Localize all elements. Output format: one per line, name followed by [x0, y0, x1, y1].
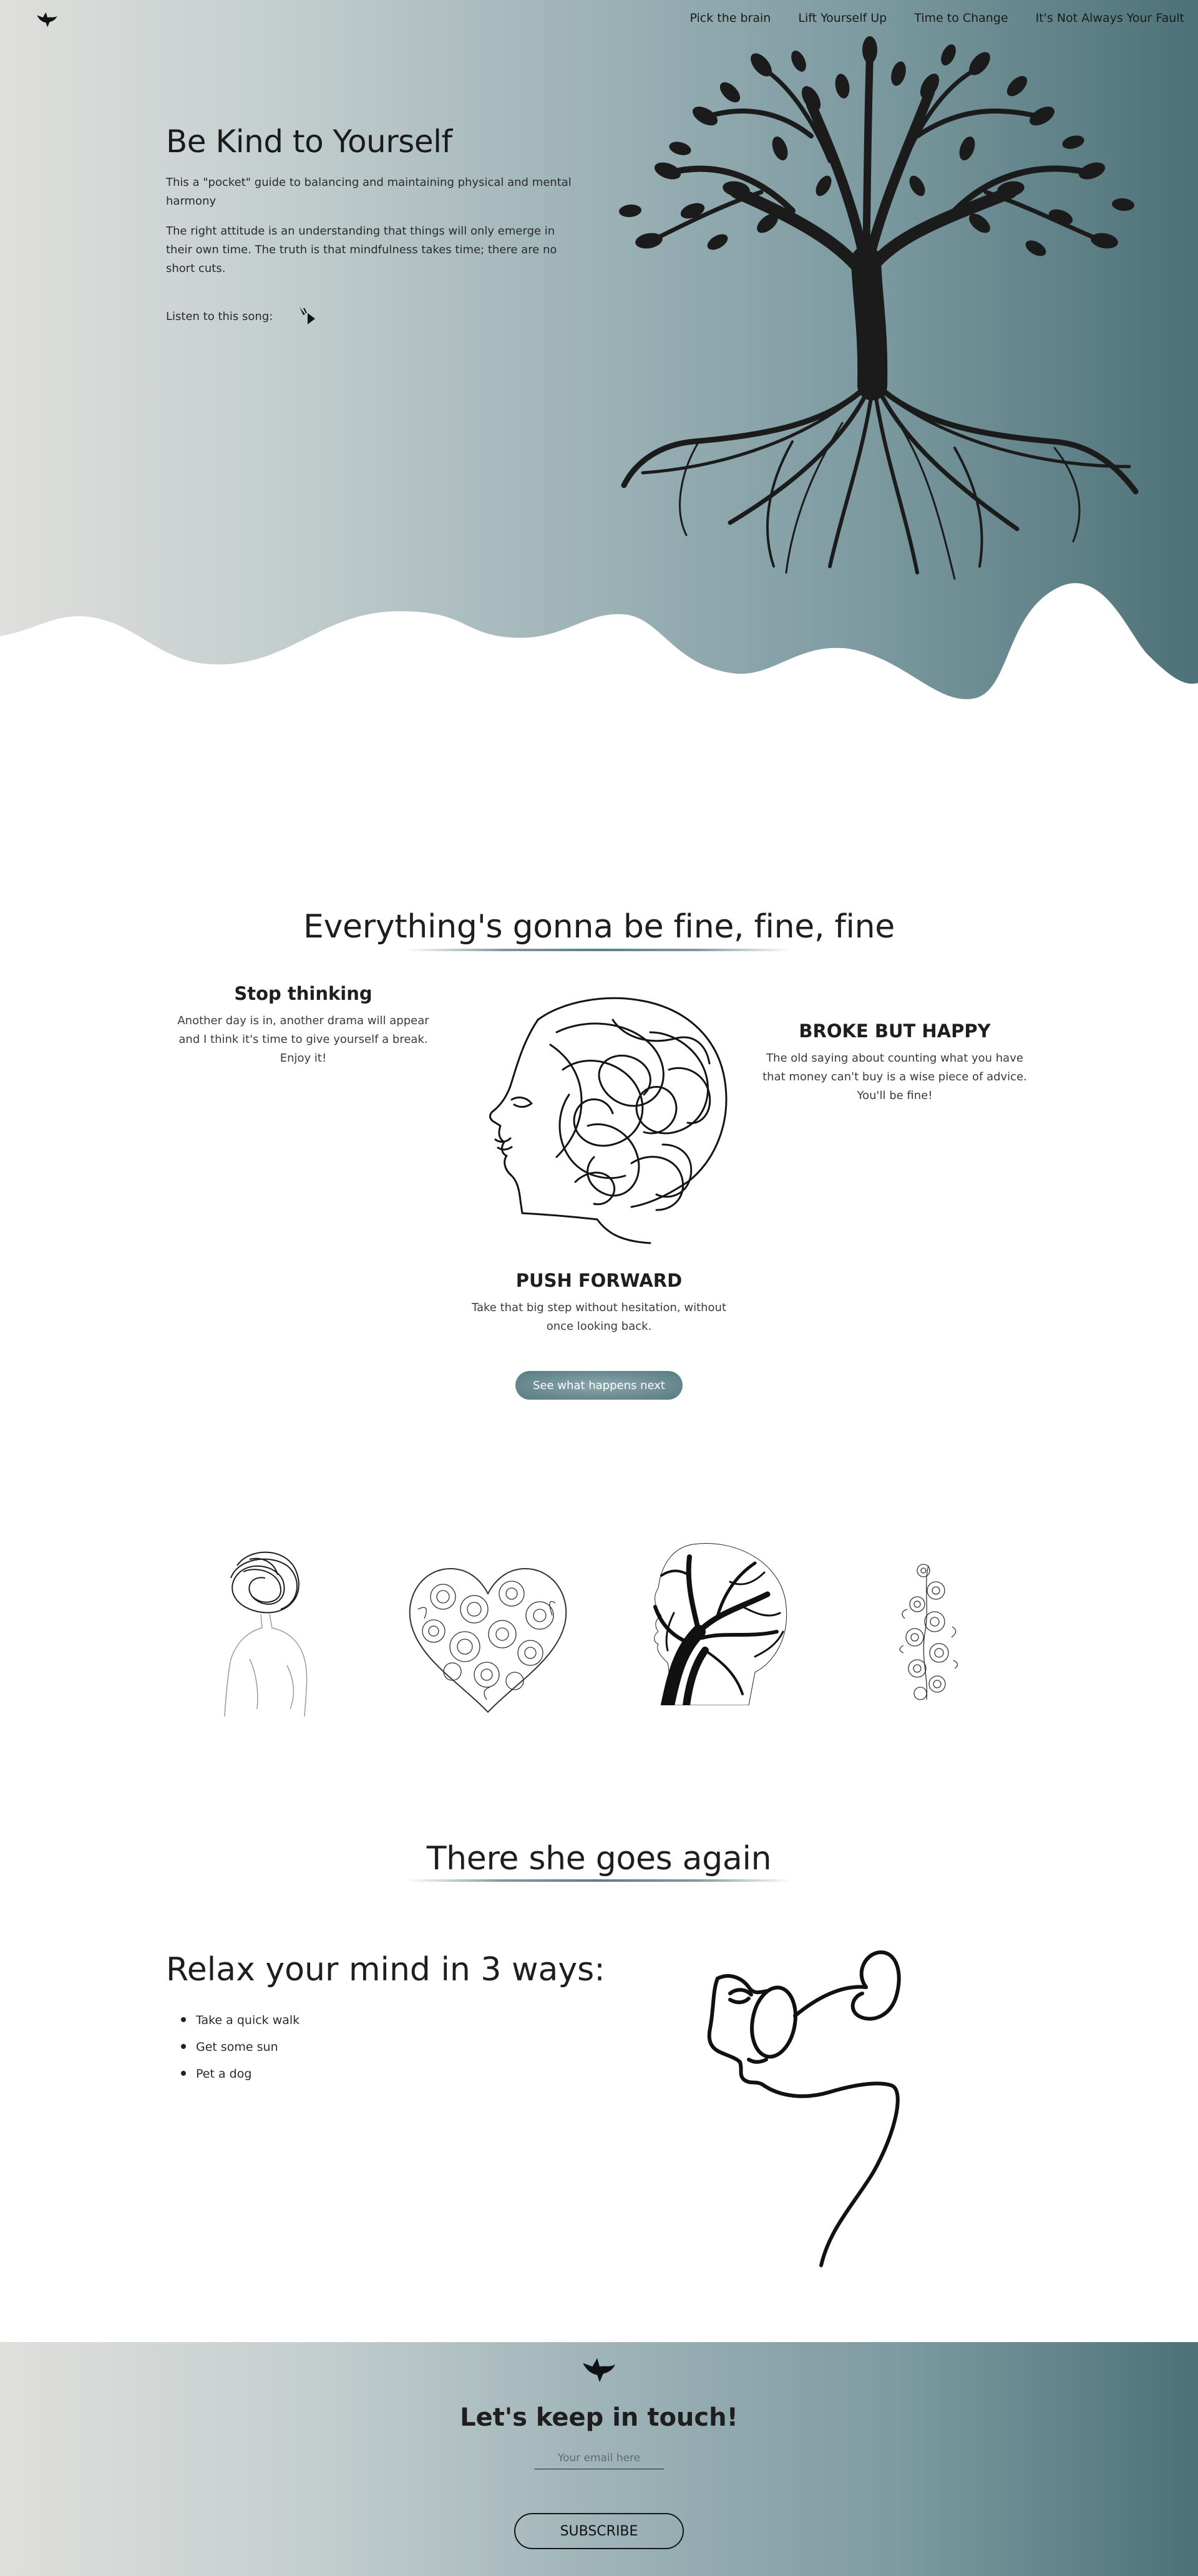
bullet-icon	[181, 2043, 186, 2049]
hero-title: Be Kind to Yourself	[166, 123, 452, 160]
card-text: The old saying about counting what you h…	[762, 1052, 1027, 1102]
hero-section: Pick the brain Lift Yourself Up Time to …	[0, 0, 1198, 724]
see-what-happens-next-button[interactable]: See what happens next	[515, 1371, 683, 1400]
bird-icon[interactable]	[580, 2355, 619, 2385]
nav-item-pick-the-brain[interactable]: Pick the brain	[689, 11, 771, 25]
scribble-head-figure-image	[224, 1551, 308, 1717]
song-label: Listen to this song:	[166, 309, 273, 323]
main-nav: Pick the brain Lift Yourself Up Time to …	[689, 11, 1184, 25]
hero-wave-divider	[0, 583, 1198, 724]
list-item: Take a quick walk	[181, 2007, 300, 2034]
card-broke-but-happy: BROKE BUT HAPPY The old saying about cou…	[757, 1020, 1032, 1105]
relax-subtitle: Relax your mind in 3 ways:	[166, 1951, 605, 1988]
list-item: Pet a dog	[181, 2061, 300, 2088]
card-text: Another day is in, another drama will ap…	[177, 1014, 429, 1065]
flower-vine-image	[899, 1564, 958, 1700]
bird-icon[interactable]	[36, 10, 59, 29]
relax-list: Take a quick walk Get some sun Pet a dog	[181, 2007, 300, 2088]
hero-text-block: Be Kind to Yourself This a "pocket" guid…	[166, 123, 578, 327]
subscribe-button[interactable]: SUBSCRIBE	[514, 2513, 684, 2549]
section-title-relax: There she goes again	[426, 1840, 772, 1877]
card-text: Take that big step without hesitation, w…	[471, 1301, 727, 1333]
tree-illustration	[619, 36, 1139, 580]
bullet-icon	[181, 2070, 186, 2076]
section-title-underline	[406, 1879, 792, 1882]
scribbled-head-illustration	[489, 997, 728, 1244]
section-title-fine: Everything's gonna be fine, fine, fine	[303, 908, 895, 946]
footer-title: Let's keep in touch!	[460, 2403, 738, 2432]
email-input[interactable]	[534, 2447, 664, 2469]
hero-paragraph-2: The right attitude is an understanding t…	[166, 225, 557, 275]
floral-heart-image	[409, 1567, 567, 1713]
card-title: PUSH FORWARD	[515, 1270, 683, 1291]
section-title-underline	[406, 949, 792, 951]
nav-item-time-to-change[interactable]: Time to Change	[914, 11, 1008, 25]
song-row: Listen to this song:	[166, 306, 578, 327]
hero-paragraph-1: This a "pocket" guide to balancing and m…	[166, 176, 572, 208]
nav-item-lift-yourself-up[interactable]: Lift Yourself Up	[798, 11, 887, 25]
card-title: Stop thinking	[234, 983, 373, 1004]
list-item: Get some sun	[181, 2034, 300, 2061]
bullet-icon	[181, 2017, 186, 2022]
tree-head-silhouette-image	[653, 1543, 787, 1705]
nav-item-not-your-fault[interactable]: It's Not Always Your Fault	[1036, 11, 1184, 25]
line-art-face-illustration	[707, 1950, 901, 2267]
card-stop-thinking: Stop thinking Another day is in, another…	[166, 983, 441, 1068]
card-push-forward: PUSH FORWARD Take that big step without …	[462, 1270, 736, 1336]
card-title: BROKE BUT HAPPY	[799, 1020, 991, 1042]
play-cursor-icon[interactable]	[298, 306, 320, 327]
